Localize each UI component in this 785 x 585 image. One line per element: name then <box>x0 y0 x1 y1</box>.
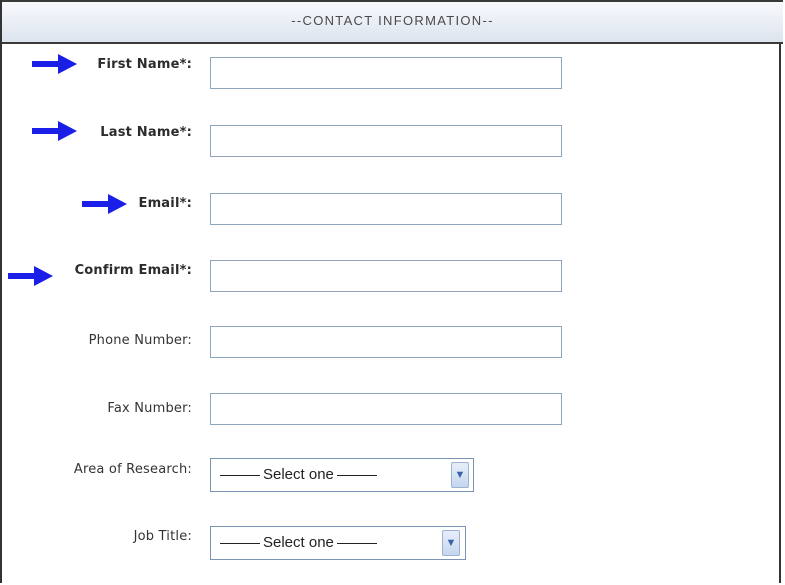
last-name-label: Last Name*: <box>100 125 192 140</box>
email-label: Email*: <box>138 196 192 211</box>
last-name-field[interactable] <box>210 125 562 157</box>
section-title: --CONTACT INFORMATION-- <box>291 13 494 28</box>
chevron-down-icon[interactable]: ▼ <box>442 530 460 556</box>
confirm-email-label: Confirm Email*: <box>74 263 192 278</box>
email-field[interactable] <box>210 193 562 225</box>
area-of-research-label: Area of Research: <box>73 462 192 477</box>
job-title-label: Job Title: <box>133 529 192 544</box>
fax-number-label: Fax Number: <box>107 401 192 416</box>
phone-number-label: Phone Number: <box>88 333 192 348</box>
area-of-research-select[interactable]: Select one ▼ <box>210 458 474 492</box>
phone-number-field[interactable] <box>210 326 562 358</box>
contact-form-panel: --CONTACT INFORMATION-- First Name*: Las… <box>0 0 783 583</box>
chevron-down-icon[interactable]: ▼ <box>451 462 469 488</box>
job-title-value: Select one <box>217 534 380 551</box>
area-of-research-value: Select one <box>217 466 380 483</box>
first-name-label: First Name*: <box>97 57 192 72</box>
job-title-select[interactable]: Select one ▼ <box>210 526 466 560</box>
first-name-field[interactable] <box>210 57 562 89</box>
section-header: --CONTACT INFORMATION-- <box>2 0 783 44</box>
fax-number-field[interactable] <box>210 393 562 425</box>
confirm-email-field[interactable] <box>210 260 562 292</box>
